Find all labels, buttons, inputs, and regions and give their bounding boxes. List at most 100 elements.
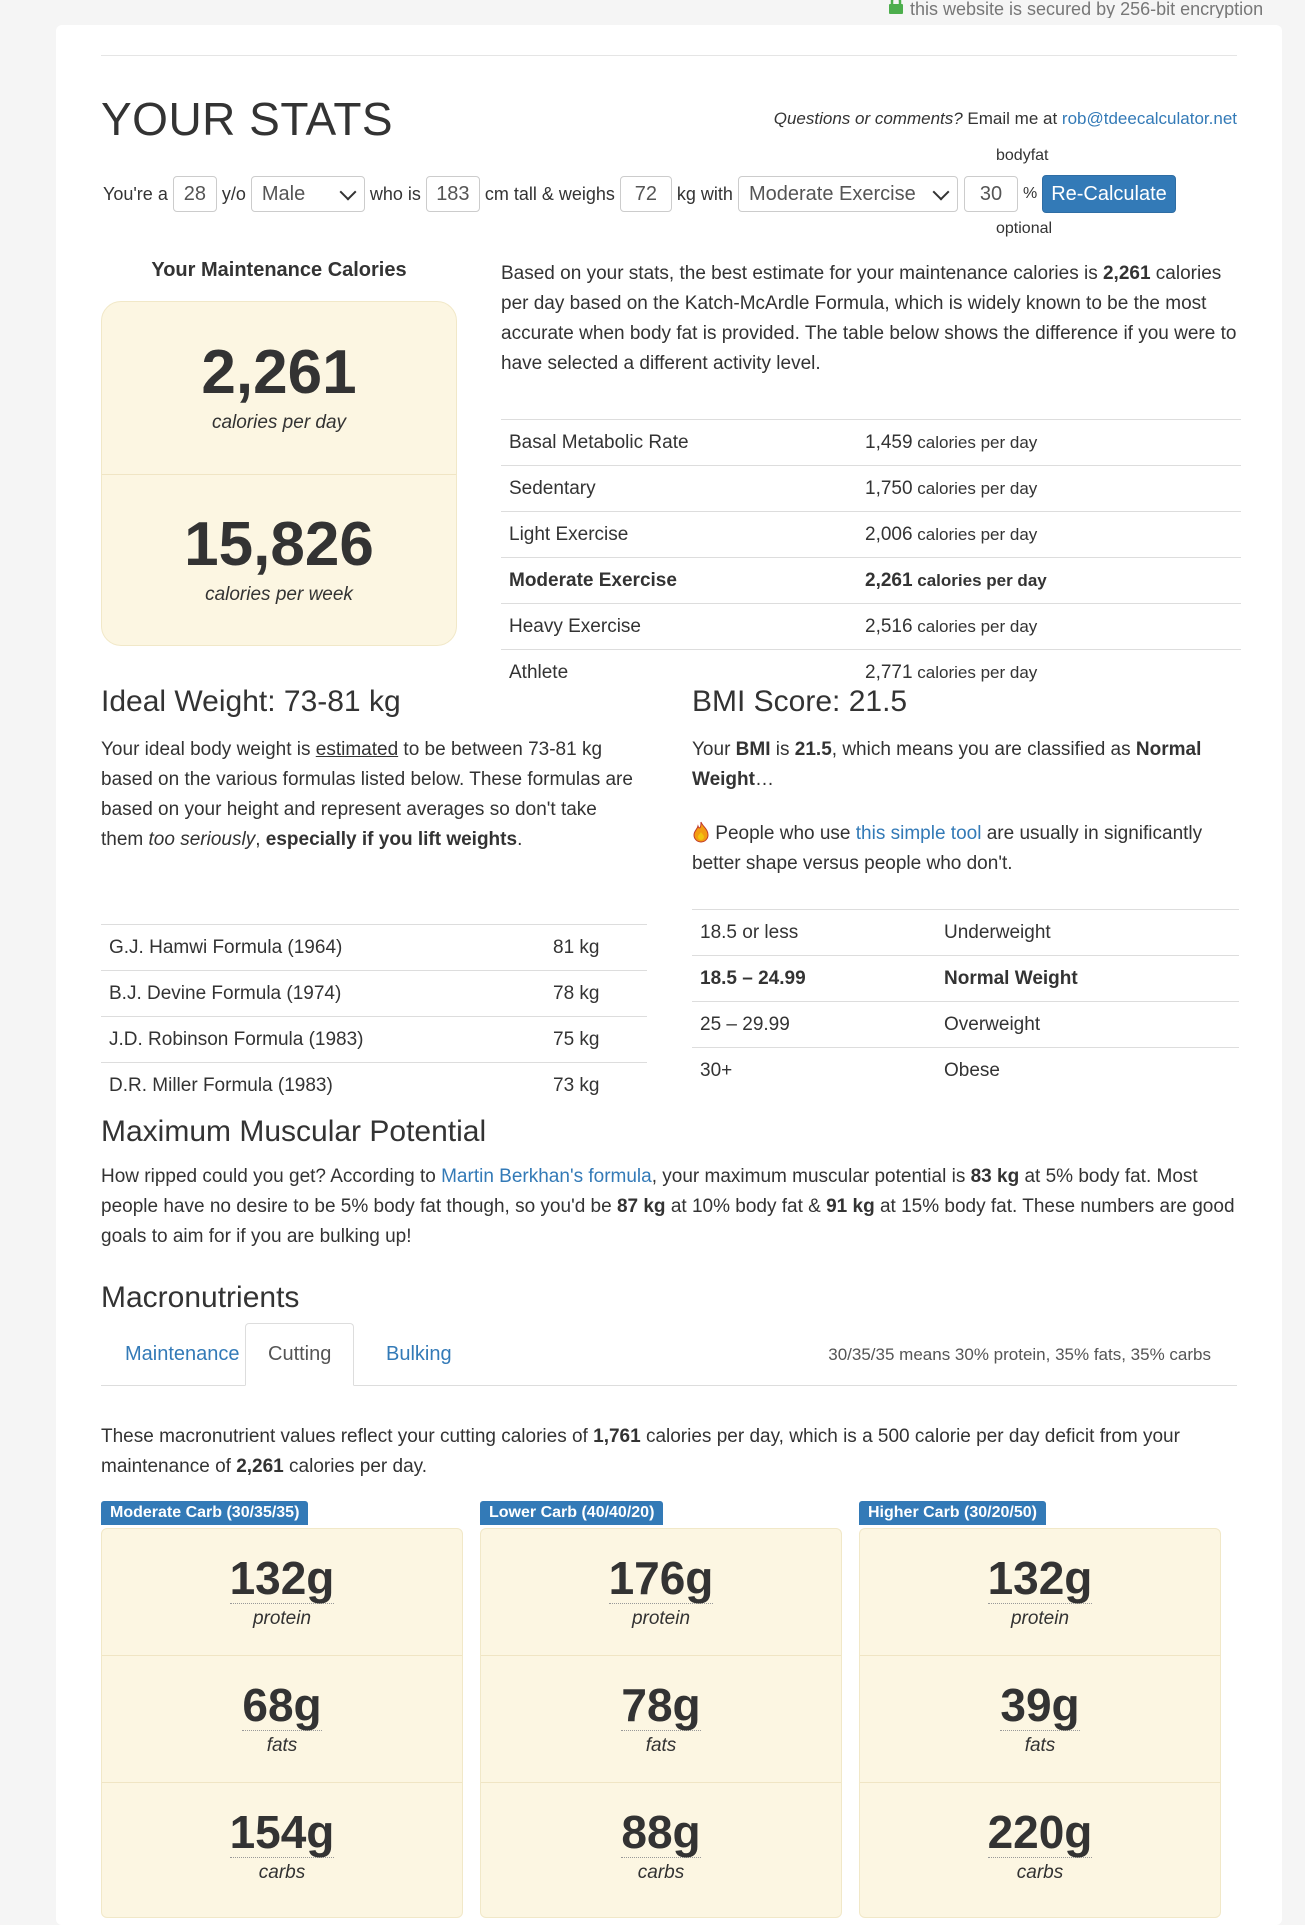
macro-box: 132g protein 68g fats 154g carbs <box>101 1528 463 1918</box>
maintenance-intro: Based on your stats, the best estimate f… <box>501 259 1241 379</box>
ideal-weight-table: G.J. Hamwi Formula (1964) 81 kg B.J. Devi… <box>101 924 647 1108</box>
macro-plan-label: Moderate Carb (30/35/35) <box>101 1501 309 1525</box>
protein-label: protein <box>252 1607 312 1629</box>
calories-per-day-label: calories per day <box>211 411 347 433</box>
protein-value: 132g <box>229 1551 335 1604</box>
fats-label: fats <box>1024 1734 1056 1756</box>
gender-value: Male <box>261 182 306 205</box>
intro-bold: 2,261 <box>1102 263 1151 284</box>
height-input[interactable]: 183 <box>425 176 480 212</box>
macro-plan-label: Lower Carb (40/40/20) <box>480 1501 664 1525</box>
maintenance-title: Your Maintenance Calories <box>151 259 407 281</box>
table-row-selected: 18.5 – 24.99 Normal Weight <box>692 955 1239 1002</box>
table-row: D.R. Miller Formula (1983) 73 kg <box>101 1062 647 1108</box>
form-text-yo: y/o <box>221 183 246 204</box>
calories-per-day: 2,261 calories per day <box>102 302 456 474</box>
weight-input[interactable]: 72 <box>619 176 672 212</box>
carbs-cell: 88g carbs <box>481 1782 841 1909</box>
bmi-class: Normal Weight <box>936 955 1239 1002</box>
bmi-range: 30+ <box>692 1047 936 1093</box>
bodyfat-label: bodyfat <box>996 147 1049 164</box>
calories-per-week-value: 15,826 <box>184 510 374 580</box>
activity-name: Moderate Exercise <box>501 557 857 604</box>
bmi-range: 18.5 or less <box>692 909 936 956</box>
formula-name: B.J. Devine Formula (1974) <box>101 970 545 1017</box>
security-text: this website is secured by 256-bit encry… <box>910 0 1264 18</box>
table-row: Sedentary 1,750 calories per day <box>501 465 1241 512</box>
table-row: 30+ Obese <box>692 1047 1239 1093</box>
protein-label: protein <box>631 1607 691 1629</box>
calories-per-week-label: calories per week <box>205 584 353 606</box>
chevron-down-icon <box>932 183 950 200</box>
formula-name: J.D. Robinson Formula (1983) <box>101 1016 545 1063</box>
formula-value: 75 kg <box>545 1016 647 1063</box>
carbs-label: carbs <box>637 1861 685 1883</box>
formula-name: D.R. Miller Formula (1983) <box>101 1062 545 1108</box>
contact-email-link[interactable]: rob@tdeecalculator.net <box>1062 109 1237 128</box>
fats-label: fats <box>645 1734 677 1756</box>
macro-ratio-note: 30/35/35 means 30% protein, 35% fats, 35… <box>828 1345 1211 1364</box>
tab-cutting[interactable]: Cutting <box>245 1323 355 1386</box>
activity-name: Basal Metabolic Rate <box>501 419 857 466</box>
formula-value: 81 kg <box>545 924 647 971</box>
formula-name: G.J. Hamwi Formula (1964) <box>101 924 545 971</box>
macro-box: 132g protein 39g fats 220g carbs <box>859 1528 1221 1918</box>
macronutrients-title: Macronutrients <box>101 1281 300 1314</box>
main-card: YOUR STATS Questions or comments? Email … <box>56 25 1282 1925</box>
intro-text: Based on your stats, the best estimate f… <box>501 263 1103 284</box>
activity-name: Sedentary <box>501 465 857 512</box>
age-input[interactable]: 28 <box>172 176 217 212</box>
stats-form: You're a 28 y/o Male who is 183 cm tall … <box>103 175 1176 213</box>
form-text-who-is: who is <box>369 183 421 204</box>
form-text-youre-a: You're a <box>103 183 168 204</box>
security-notice: this website is secured by 256-bit encry… <box>888 0 1263 18</box>
fats-cell: 39g fats <box>860 1655 1220 1782</box>
form-text-kg-with: kg with <box>676 183 733 204</box>
bmi-class: Underweight <box>936 909 1239 956</box>
protein-label: protein <box>1010 1607 1070 1629</box>
protein-cell: 176g protein <box>481 1529 841 1655</box>
berkhan-formula-link[interactable]: Martin Berkhan's formula <box>441 1166 652 1187</box>
activity-value: 2,006 calories per day <box>857 511 1241 558</box>
simple-tool-link[interactable]: this simple tool <box>856 823 982 844</box>
form-text-cm-tall: cm tall & weighs <box>484 183 615 204</box>
activity-select[interactable]: Moderate Exercise <box>737 176 958 212</box>
table-row: J.D. Robinson Formula (1983) 75 kg <box>101 1016 647 1063</box>
tab-bulking[interactable]: Bulking <box>364 1323 474 1385</box>
fats-value: 39g <box>1000 1678 1080 1731</box>
lock-icon <box>889 0 903 14</box>
bmi-range: 25 – 29.99 <box>692 1001 936 1048</box>
carbs-value: 220g <box>987 1805 1093 1858</box>
activity-value: Moderate Exercise <box>748 182 916 205</box>
tab-maintenance[interactable]: Maintenance <box>103 1323 262 1385</box>
contact-question: Questions or comments? <box>773 109 963 128</box>
table-row: G.J. Hamwi Formula (1964) 81 kg <box>101 924 647 971</box>
carbs-label: carbs <box>1016 1861 1064 1883</box>
bmi-title: BMI Score: 21.5 <box>692 685 908 718</box>
activity-table: Basal Metabolic Rate 1,459 calories per d… <box>501 419 1241 695</box>
estimated-tooltip[interactable]: estimated <box>316 739 398 760</box>
recalculate-button[interactable]: Re-Calculate <box>1042 175 1176 213</box>
fire-icon <box>693 821 709 843</box>
fats-cell: 78g fats <box>481 1655 841 1782</box>
carbs-cell: 220g carbs <box>860 1782 1220 1909</box>
macro-box: 176g protein 78g fats 88g carbs <box>480 1528 842 1918</box>
activity-name: Light Exercise <box>501 511 857 558</box>
contact-line: Questions or comments? Email me at rob@t… <box>774 109 1237 129</box>
fats-cell: 68g fats <box>102 1655 462 1782</box>
macro-intro: These macronutrient values reflect your … <box>101 1426 1180 1477</box>
bmi-range: 18.5 – 24.99 <box>692 955 936 1002</box>
gender-select[interactable]: Male <box>250 176 365 212</box>
table-row: Basal Metabolic Rate 1,459 calories per d… <box>501 419 1241 466</box>
bodyfat-input[interactable]: 30 <box>963 176 1018 212</box>
carbs-value: 154g <box>229 1805 335 1858</box>
carbs-cell: 154g carbs <box>102 1782 462 1909</box>
protein-value: 176g <box>608 1551 714 1604</box>
maintenance-calories-box: 2,261 calories per day 15,826 calories p… <box>101 301 457 646</box>
table-row: 25 – 29.99 Overweight <box>692 1001 1239 1048</box>
table-row: B.J. Devine Formula (1974) 78 kg <box>101 970 647 1017</box>
bmi-table: 18.5 or less Underweight 18.5 – 24.99 Norm… <box>692 909 1239 1093</box>
bmi-tool-text: People who use this simple tool are usua… <box>692 821 1203 874</box>
muscular-potential-title: Maximum Muscular Potential <box>101 1115 487 1148</box>
table-row: Light Exercise 2,006 calories per day <box>501 511 1241 558</box>
